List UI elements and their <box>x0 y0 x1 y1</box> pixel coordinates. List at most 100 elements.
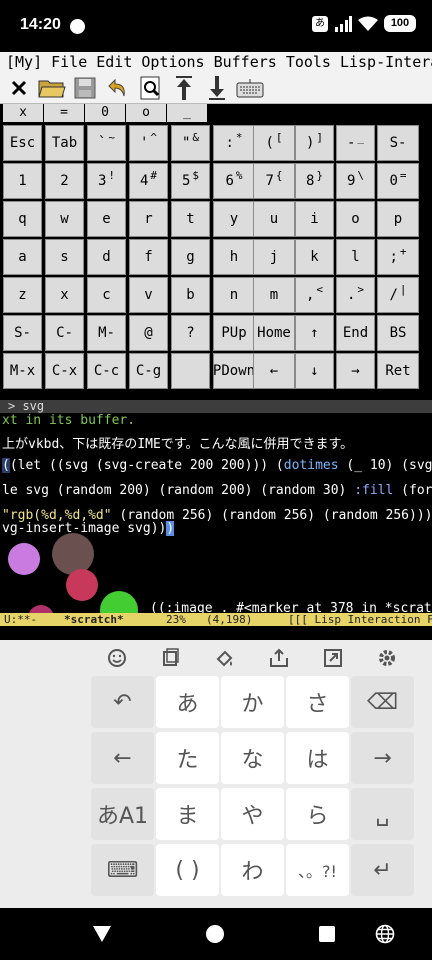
vkey[interactable]: s <box>45 239 84 275</box>
vkey[interactable]: 4 # <box>129 163 168 199</box>
vkey[interactable]: 1 <box>3 163 42 199</box>
vkey[interactable]: h <box>213 239 255 275</box>
key-group-tab[interactable]: 0 <box>85 104 125 122</box>
kana-ka-key[interactable]: か <box>221 676 284 728</box>
menu-item-2[interactable]: Edit <box>96 53 132 71</box>
paint-icon[interactable] <box>214 647 236 669</box>
menu-item-1[interactable]: File <box>51 53 87 71</box>
kana-ya-key[interactable]: や <box>221 788 284 840</box>
vkey[interactable]: ↓ <box>295 353 334 389</box>
menu-item-5[interactable]: Tools <box>286 53 331 71</box>
vkey[interactable]: C-c <box>87 353 126 389</box>
vkey[interactable]: Ret <box>377 353 419 389</box>
accessibility-icon[interactable] <box>375 924 395 944</box>
kana-ha-key[interactable]: は <box>286 732 349 784</box>
vkey[interactable]: x <box>45 277 84 313</box>
vkey[interactable]: 9 \ <box>336 163 375 199</box>
vkey[interactable]: S- <box>3 315 42 351</box>
emoji-icon[interactable] <box>106 647 128 669</box>
arrow-up-icon[interactable] <box>169 74 199 102</box>
vkey[interactable]: S- <box>377 125 419 161</box>
scratch-buffer[interactable]: xt in its buffer. 上がvkbd、下は既存のIMEです。こんな風… <box>0 413 432 613</box>
kana-na-key[interactable]: な <box>221 732 284 784</box>
vkey[interactable]: ↑ <box>295 315 334 351</box>
save-icon[interactable] <box>70 74 100 102</box>
vkey[interactable]: ' ^ <box>129 125 168 161</box>
vkey[interactable]: C-x <box>45 353 84 389</box>
vkey[interactable]: 5 $ <box>171 163 210 199</box>
vkey[interactable]: Home <box>253 315 295 351</box>
vkey[interactable]: C- <box>45 315 84 351</box>
vkey[interactable]: )] <box>295 125 334 161</box>
vkey[interactable]: n <box>213 277 255 313</box>
vkey[interactable]: " & <box>171 125 210 161</box>
vkey[interactable]: @ <box>129 315 168 351</box>
enter-key[interactable]: ↵ <box>351 844 414 896</box>
arrow-down-icon[interactable] <box>202 74 232 102</box>
recents-icon[interactable] <box>318 925 336 943</box>
menu-item-0[interactable]: [My] <box>6 53 42 71</box>
vkey[interactable]: ? <box>171 315 210 351</box>
kana-ta-key[interactable]: た <box>156 732 219 784</box>
vkey[interactable]: l <box>336 239 375 275</box>
vkey[interactable]: a <box>3 239 42 275</box>
modeline-mode[interactable]: [[[ Lisp Interaction F <box>288 613 432 626</box>
vkey[interactable]: 8} <box>295 163 334 199</box>
vkey[interactable]: g <box>171 239 210 275</box>
key-group-tab[interactable]: _ <box>167 104 207 122</box>
vkey[interactable]: → <box>336 353 375 389</box>
vkey[interactable]: End <box>336 315 375 351</box>
vkey[interactable] <box>171 353 210 389</box>
clipboard-icon[interactable] <box>160 647 182 669</box>
resize-icon[interactable] <box>322 647 344 669</box>
vkey[interactable]: r <box>129 201 168 237</box>
vkey[interactable]: w <box>45 201 84 237</box>
kana-a-key[interactable]: あ <box>156 676 219 728</box>
vkey[interactable]: , < <box>295 277 334 313</box>
key-group-tab[interactable]: x <box>3 104 43 122</box>
vkey[interactable]: b <box>171 277 210 313</box>
vkey[interactable]: 6% <box>213 163 255 199</box>
menu-item-6[interactable]: Lisp-Interaction <box>340 53 432 71</box>
vkey[interactable]: 0 = <box>377 163 419 199</box>
vkey[interactable]: PUp <box>213 315 255 351</box>
vkey[interactable]: C-g <box>129 353 168 389</box>
settings-icon[interactable] <box>376 647 398 669</box>
menu-item-3[interactable]: Options <box>141 53 204 71</box>
kana-ra-key[interactable]: ら <box>286 788 349 840</box>
search-file-icon[interactable] <box>136 74 166 102</box>
text-edit-icon[interactable] <box>268 647 290 669</box>
vkey[interactable]: i <box>295 201 334 237</box>
kana-wa-key[interactable]: わ <box>221 844 284 896</box>
vkey[interactable]: - _ <box>336 125 375 161</box>
vkey[interactable]: f <box>129 239 168 275</box>
vkey[interactable]: ` ~ <box>87 125 126 161</box>
keyboard-icon[interactable] <box>235 74 265 102</box>
vkey[interactable]: p <box>377 201 419 237</box>
undo-icon[interactable] <box>103 74 133 102</box>
cursor-left-key[interactable]: ← <box>91 732 154 784</box>
vkey[interactable]: k <box>295 239 334 275</box>
vkey[interactable]: t <box>171 201 210 237</box>
punctuation-key[interactable]: 、。?! <box>286 844 349 896</box>
vkey[interactable]: c <box>87 277 126 313</box>
vkey[interactable]: PDown <box>213 353 255 389</box>
vkey[interactable]: Esc <box>3 125 42 161</box>
folder-open-icon[interactable] <box>37 74 67 102</box>
vkey[interactable]: j <box>253 239 295 275</box>
kana-sa-key[interactable]: さ <box>286 676 349 728</box>
vkey[interactable]: Tab <box>45 125 84 161</box>
vkey[interactable]: M- <box>87 315 126 351</box>
close-icon[interactable] <box>4 74 34 102</box>
vkey[interactable]: y <box>213 201 255 237</box>
vkey[interactable]: ← <box>253 353 295 389</box>
vkey[interactable]: 3! <box>87 163 126 199</box>
vkey[interactable]: q <box>3 201 42 237</box>
vkey[interactable]: d <box>87 239 126 275</box>
vkey[interactable]: m <box>253 277 295 313</box>
back-icon[interactable] <box>92 925 112 943</box>
vkey[interactable]: 2 <box>45 163 84 199</box>
vkey[interactable]: ; + <box>377 239 419 275</box>
bracket-key[interactable]: ( ) <box>156 844 219 896</box>
key-group-tab[interactable]: = <box>44 104 84 122</box>
